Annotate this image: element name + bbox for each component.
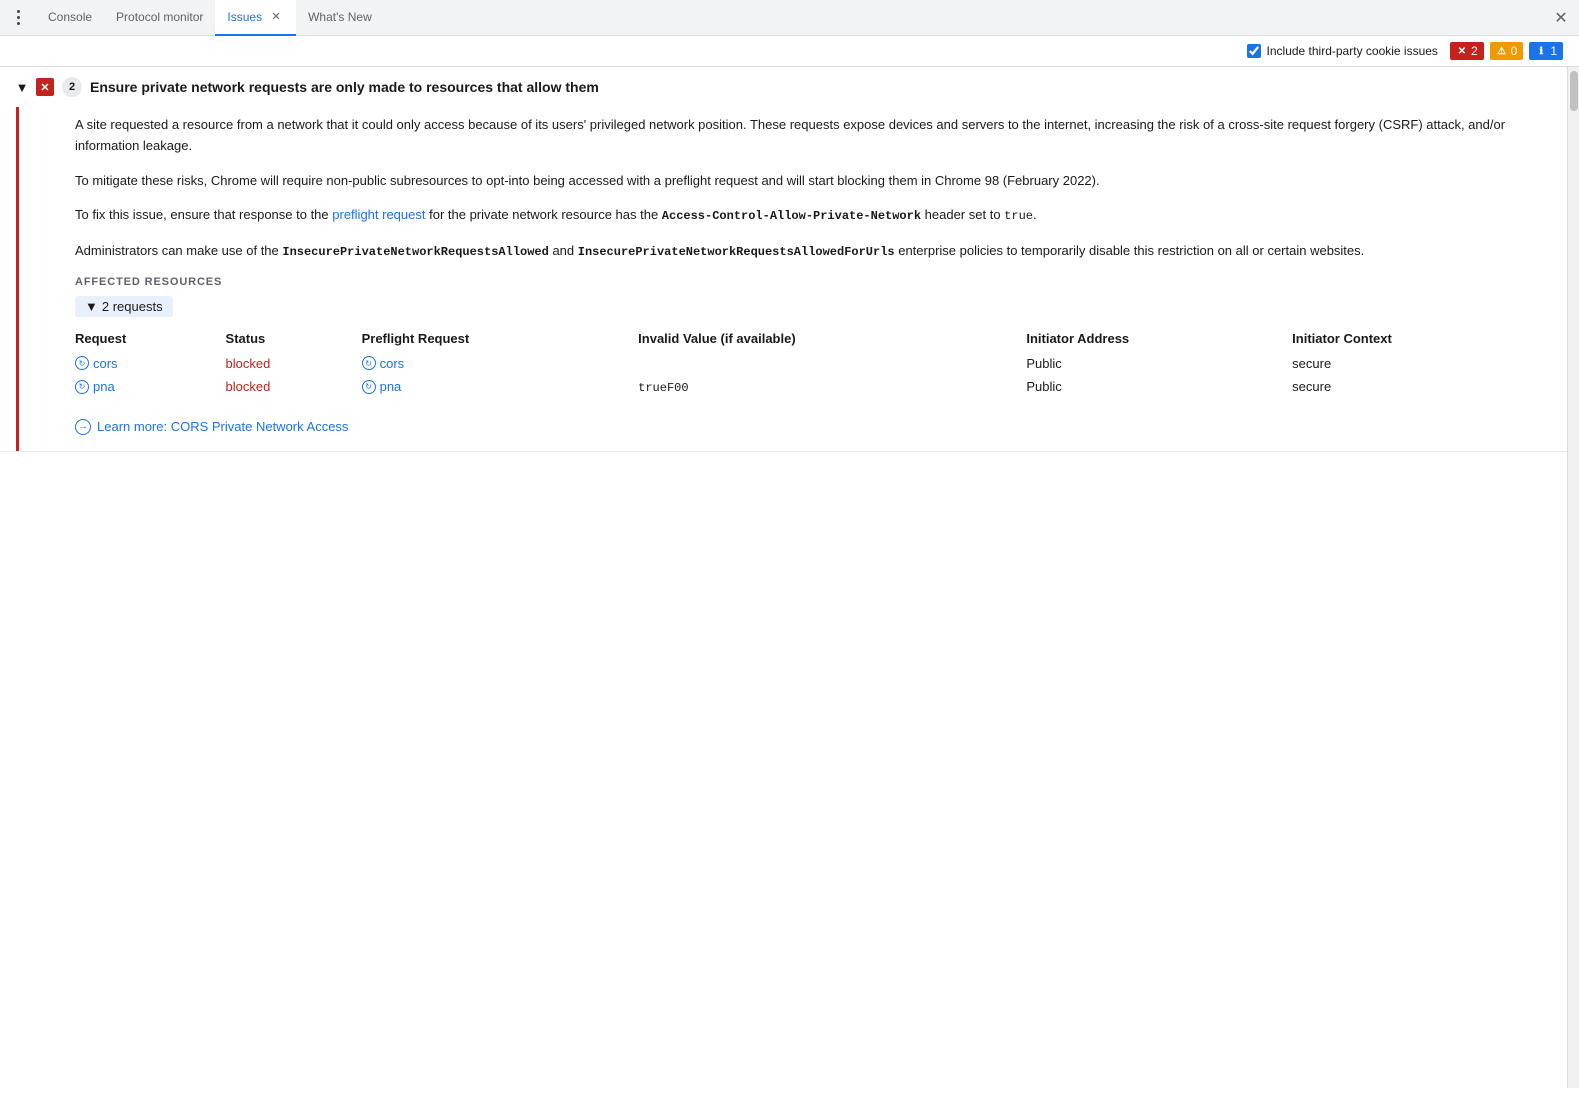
scrollbar-thumb[interactable] bbox=[1570, 71, 1578, 111]
info-badge-icon: ℹ bbox=[1535, 45, 1547, 57]
issue-description-1: A site requested a resource from a netwo… bbox=[75, 115, 1551, 157]
preflight-link[interactable]: ↻cors bbox=[362, 356, 623, 371]
tab-whats-new[interactable]: What's New bbox=[296, 0, 384, 36]
error-badge-icon: ✕ bbox=[1456, 45, 1468, 57]
chevron-down-icon: ▼ bbox=[16, 81, 28, 93]
tab-console-label: Console bbox=[48, 10, 92, 24]
tab-protocol-monitor-label: Protocol monitor bbox=[116, 10, 203, 24]
issue-title: Ensure private network requests are only… bbox=[90, 79, 599, 95]
tab-issues-label: Issues bbox=[227, 10, 262, 24]
col-invalid-value: Invalid Value (if available) bbox=[638, 327, 1026, 352]
issue-badge-group: ✕ 2 ⚠ 0 ℹ 1 bbox=[1450, 42, 1563, 60]
cell-preflight: ↻cors bbox=[362, 352, 639, 375]
issue-description-4: Administrators can make use of the Insec… bbox=[75, 241, 1551, 262]
col-initiator-context: Initiator Context bbox=[1292, 327, 1551, 352]
cell-initiator-address: Public bbox=[1026, 375, 1292, 399]
affected-resources-label: AFFECTED RESOURCES bbox=[75, 276, 1551, 288]
warning-badge-icon: ⚠ bbox=[1496, 45, 1508, 57]
invalid-value-code: trueF00 bbox=[638, 381, 688, 395]
learn-more-icon: → bbox=[75, 419, 91, 435]
table-row: ↻cors blocked ↻cors Publicsecure bbox=[75, 352, 1551, 375]
warning-badge-count: 0 bbox=[1511, 44, 1518, 58]
warning-badge: ⚠ 0 bbox=[1490, 42, 1524, 60]
learn-more-label: Learn more: CORS Private Network Access bbox=[97, 419, 348, 434]
learn-more-link[interactable]: → Learn more: CORS Private Network Acces… bbox=[75, 419, 1551, 435]
insecure-policy-2-code: InsecurePrivateNetworkRequestsAllowedFor… bbox=[578, 245, 895, 259]
col-initiator-address: Initiator Address bbox=[1026, 327, 1292, 352]
cell-request: ↻pna bbox=[75, 375, 226, 399]
tab-bar: Console Protocol monitor Issues ✕ What's… bbox=[0, 0, 1579, 36]
issue-group: ▼ ✕ 2 Ensure private network requests ar… bbox=[0, 67, 1567, 452]
request-icon: ↻ bbox=[75, 380, 89, 394]
cell-request: ↻cors bbox=[75, 352, 226, 375]
status-blocked: blocked bbox=[226, 356, 271, 371]
col-preflight: Preflight Request bbox=[362, 327, 639, 352]
preflight-request-link[interactable]: preflight request bbox=[332, 207, 425, 222]
tab-protocol-monitor[interactable]: Protocol monitor bbox=[104, 0, 215, 36]
status-blocked: blocked bbox=[226, 379, 271, 394]
requests-toggle-label: 2 requests bbox=[102, 299, 163, 314]
devtools-close-button[interactable]: ✕ bbox=[1547, 4, 1575, 32]
request-icon: ↻ bbox=[75, 356, 89, 370]
cell-preflight: ↻pna bbox=[362, 375, 639, 399]
info-badge-count: 1 bbox=[1550, 44, 1557, 58]
issue-description-2: To mitigate these risks, Chrome will req… bbox=[75, 171, 1551, 192]
issue-body: A site requested a resource from a netwo… bbox=[16, 107, 1567, 451]
third-party-cookie-checkbox-container: Include third-party cookie issues bbox=[1247, 44, 1438, 58]
table-row: ↻pna blocked ↻pna trueF00 Publicsecure bbox=[75, 375, 1551, 399]
issues-header-bar: Include third-party cookie issues ✕ 2 ⚠ … bbox=[0, 36, 1579, 67]
error-badge-count: 2 bbox=[1471, 44, 1478, 58]
tab-whats-new-label: What's New bbox=[308, 10, 372, 24]
cell-invalid-value: trueF00 bbox=[638, 375, 1026, 399]
chevron-down-icon: ▼ bbox=[85, 299, 98, 314]
third-party-cookie-checkbox[interactable] bbox=[1247, 44, 1261, 58]
scrollbar-track[interactable] bbox=[1567, 67, 1579, 1088]
issue-count-badge: 2 bbox=[62, 77, 82, 97]
issues-panel: ▼ ✕ 2 Ensure private network requests ar… bbox=[0, 67, 1567, 1088]
preflight-icon: ↻ bbox=[362, 356, 376, 370]
table-header-row: Request Status Preflight Request Invalid… bbox=[75, 327, 1551, 352]
cell-initiator-address: Public bbox=[1026, 352, 1292, 375]
main-content: ▼ ✕ 2 Ensure private network requests ar… bbox=[0, 67, 1579, 1088]
cell-initiator-context: secure bbox=[1292, 352, 1551, 375]
access-control-code: Access-Control-Allow-Private-Network bbox=[662, 209, 921, 223]
preflight-icon: ↻ bbox=[362, 380, 376, 394]
preflight-link[interactable]: ↻pna bbox=[362, 379, 623, 394]
request-link[interactable]: ↻pna bbox=[75, 379, 210, 394]
tab-console[interactable]: Console bbox=[36, 0, 104, 36]
info-badge: ℹ 1 bbox=[1529, 42, 1563, 60]
col-status: Status bbox=[226, 327, 362, 352]
request-link[interactable]: ↻cors bbox=[75, 356, 210, 371]
cell-status: blocked bbox=[226, 375, 362, 399]
cell-initiator-context: secure bbox=[1292, 375, 1551, 399]
issue-header[interactable]: ▼ ✕ 2 Ensure private network requests ar… bbox=[0, 67, 1567, 107]
true-code: true bbox=[1004, 209, 1033, 223]
tab-issues-close-icon[interactable]: ✕ bbox=[268, 9, 284, 25]
error-icon: ✕ bbox=[36, 78, 54, 96]
requests-table: Request Status Preflight Request Invalid… bbox=[75, 327, 1551, 399]
three-dots-icon bbox=[17, 10, 20, 25]
devtools-menu-button[interactable] bbox=[4, 4, 32, 32]
cell-status: blocked bbox=[226, 352, 362, 375]
third-party-cookie-label: Include third-party cookie issues bbox=[1267, 44, 1438, 58]
col-request: Request bbox=[75, 327, 226, 352]
insecure-policy-1-code: InsecurePrivateNetworkRequestsAllowed bbox=[282, 245, 548, 259]
cell-invalid-value bbox=[638, 352, 1026, 375]
requests-toggle-button[interactable]: ▼ 2 requests bbox=[75, 296, 173, 317]
issue-description-3: To fix this issue, ensure that response … bbox=[75, 205, 1551, 226]
error-badge: ✕ 2 bbox=[1450, 42, 1484, 60]
tab-issues[interactable]: Issues ✕ bbox=[215, 0, 296, 36]
